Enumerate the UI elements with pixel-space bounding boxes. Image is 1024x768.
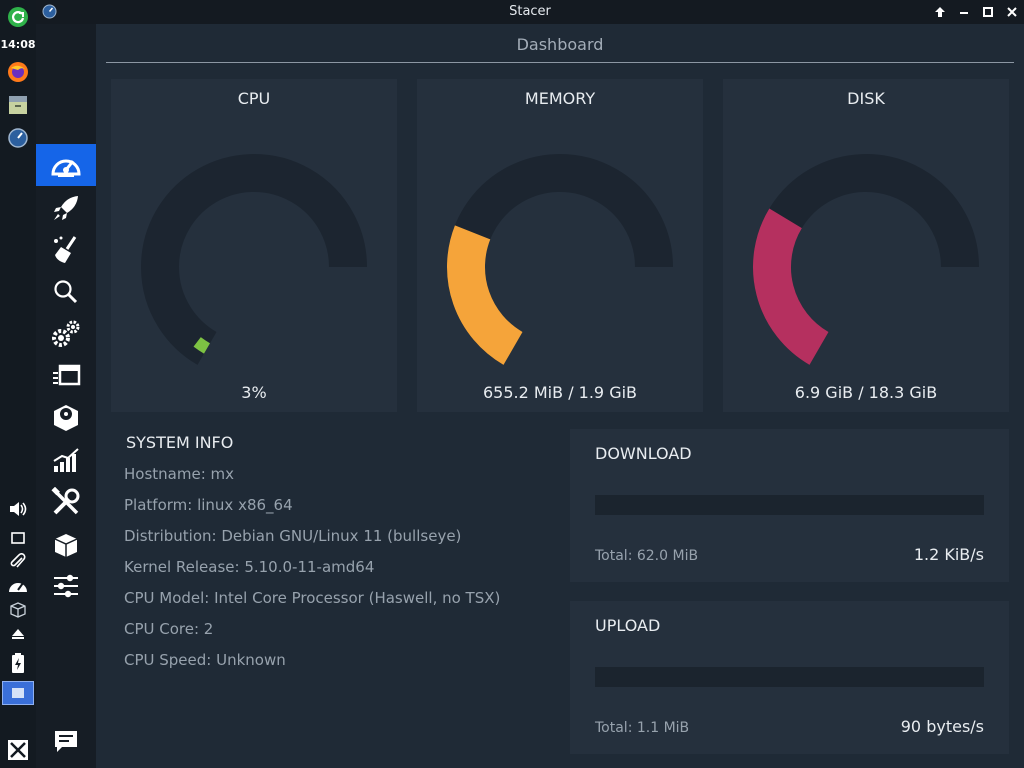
cpu-gauge — [141, 154, 367, 365]
memory-gauge-title: MEMORY — [524, 89, 596, 108]
download-total: Total: 62.0 MiB — [595, 548, 699, 564]
sidebar-item-apt-repository[interactable] — [36, 523, 96, 565]
gauge-fill — [447, 225, 524, 365]
disk-gauge — [753, 154, 979, 365]
cpu-gauge-title: CPU — [237, 89, 271, 108]
sidebar-item-services[interactable] — [36, 313, 96, 355]
keep-above-button[interactable] — [931, 3, 949, 21]
system-info-distribution: Distribution: Debian GNU/Linux 11 (bulls… — [124, 527, 462, 545]
close-button[interactable] — [1003, 3, 1021, 21]
system-info-hostname: Hostname: mx — [124, 465, 235, 483]
sidebar-item-helpers[interactable] — [36, 481, 96, 523]
chat-icon — [55, 731, 77, 752]
panel-clock[interactable]: 14:08 — [0, 38, 36, 51]
system-info-platform: Platform: linux x86_64 — [124, 496, 293, 514]
stacer-taskbar-icon[interactable] — [6, 126, 30, 150]
file-manager-icon[interactable] — [6, 93, 30, 117]
search-icon — [54, 280, 78, 304]
sidebar-item-settings[interactable] — [36, 565, 96, 607]
maximize-button[interactable] — [979, 3, 997, 21]
sidebar-item-feedback[interactable] — [36, 720, 96, 762]
rocket-icon — [54, 196, 78, 220]
memory-gauge-card: MEMORY 655.2 MiB / 1.9 GiB — [417, 79, 703, 412]
sliders-icon — [54, 574, 78, 598]
sidebar-item-search[interactable] — [36, 271, 96, 313]
package-disc-icon — [54, 405, 78, 431]
broom-icon — [54, 236, 77, 263]
download-title: DOWNLOAD — [595, 444, 692, 463]
firefox-icon[interactable] — [6, 60, 30, 84]
app-sidebar — [36, 24, 96, 768]
update-icon[interactable] — [6, 5, 30, 29]
download-card: DOWNLOAD Total: 62.0 MiB 1.2 KiB/s — [570, 429, 1009, 582]
system-info-cpu-speed: CPU Speed: Unknown — [124, 651, 286, 669]
paperclip-icon[interactable] — [6, 550, 30, 574]
memory-gauge-value: 655.2 MiB / 1.9 GiB — [482, 383, 638, 402]
sidebar-item-system-cleaner[interactable] — [36, 229, 96, 271]
gears-icon — [52, 320, 80, 347]
upload-card: UPLOAD Total: 1.1 MiB 90 bytes/s — [570, 601, 1009, 754]
processes-icon — [53, 364, 81, 386]
cpu-gauge-card: CPU 3% — [111, 79, 397, 412]
gauge-track — [141, 154, 367, 365]
download-speed: 1.2 KiB/s — [913, 545, 984, 564]
sidebar-item-uninstaller[interactable] — [36, 397, 96, 439]
window-titlebar[interactable]: Stacer — [36, 0, 1024, 24]
sidebar-item-processes[interactable] — [36, 355, 96, 397]
sidebar-item-startup-apps[interactable] — [36, 187, 96, 229]
title-divider — [106, 62, 1014, 63]
desktop-panel: 14:08 — [0, 0, 36, 768]
disk-gauge-card: DISK 6.9 GiB / 18.3 GiB — [723, 79, 1009, 412]
sidebar-item-dashboard[interactable] — [36, 144, 96, 186]
upload-speed: 90 bytes/s — [900, 717, 984, 736]
speedometer-tray-icon[interactable] — [6, 574, 30, 598]
window-icon[interactable] — [6, 526, 30, 550]
system-info-cpu-core: CPU Core: 2 — [124, 620, 214, 638]
download-bar — [595, 495, 984, 515]
dashboard-page: Dashboard CPU 3% MEMORY 655.2 MiB / 1.9 … — [96, 24, 1024, 768]
gauge-fill — [753, 208, 830, 365]
window-title: Stacer — [509, 4, 551, 19]
eject-icon[interactable] — [6, 622, 30, 646]
gauge-fill — [193, 337, 211, 354]
cpu-gauge-value: 3% — [241, 383, 267, 402]
box-icon — [54, 534, 78, 557]
disk-gauge-value: 6.9 GiB / 18.3 GiB — [794, 383, 938, 402]
sidebar-item-resources[interactable] — [36, 439, 96, 481]
battery-icon[interactable] — [6, 651, 30, 675]
system-info-title: SYSTEM INFO — [126, 433, 234, 452]
speedometer-icon — [51, 159, 81, 177]
upload-title: UPLOAD — [595, 616, 661, 635]
page-title: Dashboard — [516, 35, 604, 54]
upload-total: Total: 1.1 MiB — [595, 720, 690, 736]
package-tray-icon[interactable] — [6, 598, 30, 622]
tools-icon — [51, 487, 80, 515]
chart-icon — [53, 448, 79, 472]
upload-bar — [595, 667, 984, 687]
memory-gauge — [447, 154, 673, 365]
system-info-cpu-model: CPU Model: Intel Core Processor (Haswell… — [124, 589, 501, 607]
disk-gauge-title: DISK — [847, 89, 885, 108]
volume-icon[interactable] — [6, 497, 30, 521]
minimize-button[interactable] — [955, 3, 973, 21]
x-logo-icon[interactable] — [6, 738, 30, 762]
system-info-kernel: Kernel Release: 5.10.0-11-amd64 — [124, 558, 375, 576]
active-window-button[interactable] — [2, 681, 34, 705]
